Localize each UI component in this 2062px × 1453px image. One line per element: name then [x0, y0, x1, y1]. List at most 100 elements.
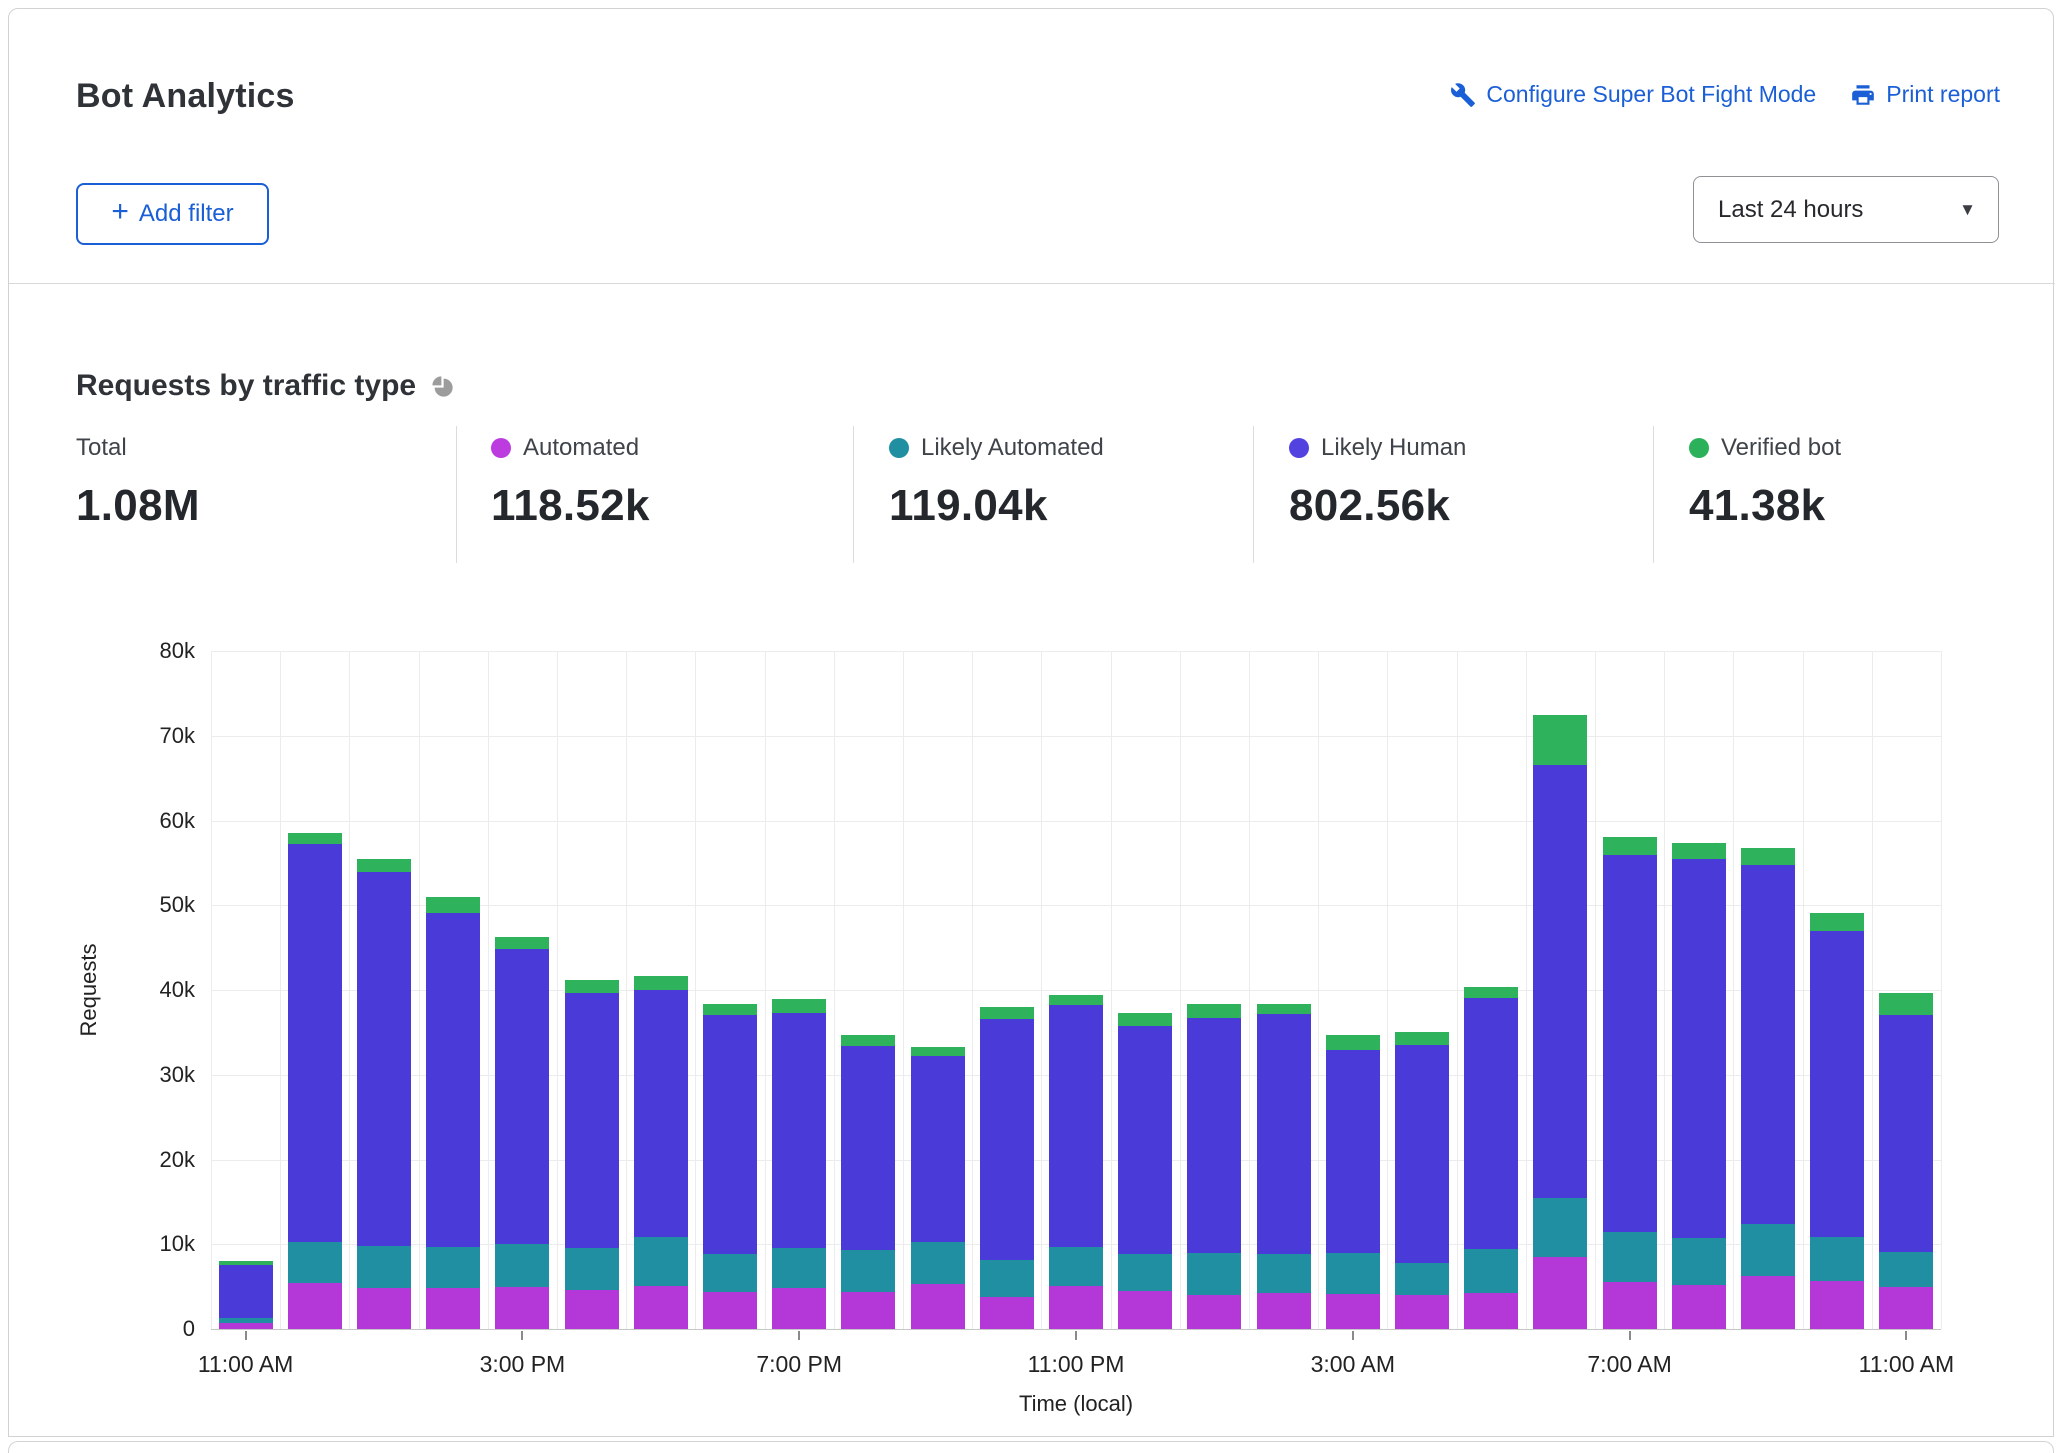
- bar-segment-likely-automated[interactable]: [219, 1318, 273, 1323]
- bar-segment-likely-human[interactable]: [1464, 998, 1518, 1249]
- bar-segment-verified-bot[interactable]: [772, 999, 826, 1013]
- bar-segment-likely-automated[interactable]: [1672, 1238, 1726, 1285]
- time-range-select[interactable]: Last 24 hours ▼: [1693, 176, 1999, 243]
- bar-segment-automated[interactable]: [980, 1297, 1034, 1329]
- bar-segment-verified-bot[interactable]: [911, 1047, 965, 1056]
- bar-segment-automated[interactable]: [1603, 1282, 1657, 1329]
- bar-segment-verified-bot[interactable]: [288, 833, 342, 844]
- bar-segment-verified-bot[interactable]: [1879, 993, 1933, 1014]
- bar-segment-likely-human[interactable]: [1049, 1005, 1103, 1247]
- bar-segment-verified-bot[interactable]: [1326, 1035, 1380, 1050]
- bar-segment-verified-bot[interactable]: [426, 897, 480, 913]
- bar-segment-verified-bot[interactable]: [1395, 1032, 1449, 1045]
- bar-segment-likely-human[interactable]: [703, 1015, 757, 1253]
- bar-segment-verified-bot[interactable]: [565, 980, 619, 994]
- bar-segment-likely-human[interactable]: [1879, 1015, 1933, 1252]
- bar-segment-likely-automated[interactable]: [980, 1260, 1034, 1297]
- add-filter-button[interactable]: + Add filter: [76, 183, 269, 245]
- bar-segment-likely-automated[interactable]: [703, 1254, 757, 1292]
- bar-segment-likely-human[interactable]: [1187, 1018, 1241, 1253]
- bar-segment-automated[interactable]: [219, 1323, 273, 1329]
- bar-segment-likely-human[interactable]: [1672, 859, 1726, 1238]
- bar-segment-likely-automated[interactable]: [1187, 1253, 1241, 1295]
- bar-segment-likely-human[interactable]: [980, 1019, 1034, 1260]
- bar-segment-verified-bot[interactable]: [841, 1035, 895, 1046]
- bar-segment-verified-bot[interactable]: [1810, 913, 1864, 931]
- bar-segment-verified-bot[interactable]: [1533, 715, 1587, 764]
- bar-segment-likely-human[interactable]: [219, 1265, 273, 1318]
- bar-segment-verified-bot[interactable]: [1741, 848, 1795, 865]
- bar-segment-likely-human[interactable]: [634, 990, 688, 1237]
- bar-segment-automated[interactable]: [1257, 1293, 1311, 1329]
- bar-segment-likely-human[interactable]: [1257, 1014, 1311, 1255]
- configure-super-bot-fight-mode-link[interactable]: Configure Super Bot Fight Mode: [1450, 81, 1816, 108]
- bar-segment-likely-human[interactable]: [288, 844, 342, 1241]
- bar-segment-likely-automated[interactable]: [1464, 1249, 1518, 1293]
- bar-segment-verified-bot[interactable]: [1672, 843, 1726, 860]
- bar-segment-automated[interactable]: [1533, 1257, 1587, 1329]
- bar-segment-likely-automated[interactable]: [1810, 1237, 1864, 1281]
- bar-segment-automated[interactable]: [1464, 1293, 1518, 1329]
- bar-segment-likely-automated[interactable]: [1879, 1252, 1933, 1288]
- bar-segment-likely-automated[interactable]: [426, 1247, 480, 1289]
- bar-segment-likely-automated[interactable]: [1533, 1198, 1587, 1256]
- bar-segment-likely-human[interactable]: [1395, 1045, 1449, 1263]
- bar-segment-likely-automated[interactable]: [1741, 1224, 1795, 1276]
- bar-segment-likely-human[interactable]: [841, 1046, 895, 1250]
- bar-segment-likely-automated[interactable]: [841, 1250, 895, 1292]
- bar-segment-likely-human[interactable]: [1741, 865, 1795, 1223]
- bar-segment-likely-automated[interactable]: [1118, 1254, 1172, 1291]
- bar-segment-likely-automated[interactable]: [634, 1237, 688, 1285]
- bar-segment-likely-human[interactable]: [565, 993, 619, 1248]
- bar-segment-likely-automated[interactable]: [1326, 1253, 1380, 1295]
- bar-segment-likely-human[interactable]: [1810, 931, 1864, 1237]
- bar-segment-verified-bot[interactable]: [1118, 1013, 1172, 1026]
- bar-segment-verified-bot[interactable]: [1464, 987, 1518, 998]
- bar-segment-automated[interactable]: [426, 1288, 480, 1329]
- bar-segment-automated[interactable]: [1879, 1287, 1933, 1329]
- bar-segment-likely-automated[interactable]: [911, 1242, 965, 1284]
- bar-segment-verified-bot[interactable]: [1603, 837, 1657, 855]
- bar-segment-automated[interactable]: [841, 1292, 895, 1329]
- bar-segment-likely-human[interactable]: [1603, 855, 1657, 1231]
- bar-segment-likely-human[interactable]: [426, 913, 480, 1247]
- bar-segment-verified-bot[interactable]: [980, 1007, 1034, 1019]
- bar-segment-likely-human[interactable]: [357, 872, 411, 1246]
- bar-segment-likely-automated[interactable]: [288, 1242, 342, 1284]
- bar-segment-likely-automated[interactable]: [772, 1248, 826, 1288]
- bar-segment-automated[interactable]: [703, 1292, 757, 1329]
- bar-segment-automated[interactable]: [1810, 1281, 1864, 1329]
- bar-segment-automated[interactable]: [1049, 1286, 1103, 1329]
- print-report-link[interactable]: Print report: [1850, 81, 2000, 108]
- bar-segment-automated[interactable]: [565, 1290, 619, 1329]
- bar-segment-likely-human[interactable]: [911, 1056, 965, 1242]
- bar-segment-automated[interactable]: [1741, 1276, 1795, 1329]
- bar-segment-likely-automated[interactable]: [565, 1248, 619, 1290]
- bar-segment-likely-human[interactable]: [1326, 1050, 1380, 1253]
- bar-segment-automated[interactable]: [1118, 1291, 1172, 1329]
- bar-segment-automated[interactable]: [288, 1283, 342, 1329]
- bar-segment-verified-bot[interactable]: [495, 937, 549, 949]
- bar-segment-likely-automated[interactable]: [1257, 1254, 1311, 1293]
- bar-segment-automated[interactable]: [1326, 1294, 1380, 1329]
- bar-segment-automated[interactable]: [911, 1284, 965, 1329]
- bar-segment-verified-bot[interactable]: [634, 976, 688, 990]
- bar-segment-likely-human[interactable]: [772, 1013, 826, 1249]
- bar-segment-likely-human[interactable]: [1118, 1026, 1172, 1254]
- bar-segment-likely-automated[interactable]: [495, 1244, 549, 1286]
- bar-segment-verified-bot[interactable]: [703, 1004, 757, 1016]
- bar-segment-likely-automated[interactable]: [1603, 1232, 1657, 1283]
- bar-segment-likely-human[interactable]: [495, 949, 549, 1244]
- bar-segment-automated[interactable]: [1672, 1285, 1726, 1329]
- bar-segment-automated[interactable]: [634, 1286, 688, 1329]
- bar-segment-automated[interactable]: [772, 1288, 826, 1329]
- bar-segment-verified-bot[interactable]: [1187, 1004, 1241, 1018]
- bar-segment-automated[interactable]: [495, 1287, 549, 1329]
- bar-segment-likely-human[interactable]: [1533, 765, 1587, 1199]
- bar-segment-likely-automated[interactable]: [1049, 1247, 1103, 1286]
- bar-segment-verified-bot[interactable]: [357, 859, 411, 873]
- bar-segment-verified-bot[interactable]: [219, 1261, 273, 1265]
- bar-segment-automated[interactable]: [357, 1288, 411, 1329]
- bar-segment-automated[interactable]: [1395, 1295, 1449, 1329]
- bar-segment-likely-automated[interactable]: [357, 1246, 411, 1288]
